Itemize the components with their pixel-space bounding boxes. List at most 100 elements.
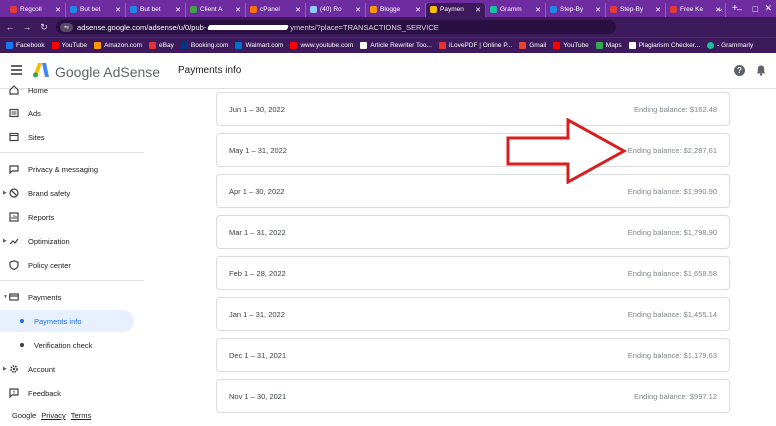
- sidebar-item-verification-check[interactable]: Verification check: [0, 334, 134, 356]
- help-icon[interactable]: ?: [734, 65, 745, 76]
- payment-period: Jan 1 – 31, 2022: [229, 309, 285, 319]
- payment-period: Mar 1 – 31, 2022: [229, 227, 286, 237]
- sidebar-item-reports[interactable]: Reports: [0, 206, 134, 228]
- ending-balance: Ending balance: $1,990.90: [627, 186, 717, 196]
- bookmark-item[interactable]: Gmail: [519, 42, 546, 49]
- payment-row[interactable]: Jan 1 – 31, 2022 Ending balance: $1,455.…: [216, 297, 730, 331]
- bookmark-item[interactable]: YouTube: [553, 42, 589, 49]
- bookmark-item[interactable]: - Grammarly: [707, 42, 753, 49]
- sidebar-item-label: Sites: [28, 132, 45, 142]
- close-icon[interactable]: ✕: [415, 6, 421, 14]
- bookmark-item[interactable]: Booking.com: [180, 42, 228, 49]
- notifications-bell-icon[interactable]: [756, 65, 766, 76]
- close-icon[interactable]: ✕: [235, 6, 241, 14]
- bookmark-item[interactable]: Maps: [595, 42, 622, 49]
- payment-row[interactable]: Nov 1 – 30, 2021 Ending balance: $997.12: [216, 379, 730, 413]
- payment-row[interactable]: May 1 – 31, 2022 Ending balance: $2,287.…: [216, 133, 730, 167]
- sidebar-item-privacy-messaging[interactable]: Privacy & messaging: [0, 158, 134, 180]
- plagiarism-checker-icon: [628, 42, 636, 49]
- browser-tab[interactable]: cPanel ✕: [246, 2, 306, 17]
- sidebar-item-ads[interactable]: Ads: [0, 102, 134, 124]
- bookmark-item[interactable]: Article Rewriter Too...: [360, 42, 432, 49]
- youtube-icon: [290, 42, 298, 49]
- browser-tab[interactable]: Step-By ✕: [606, 2, 666, 17]
- browser-tab[interactable]: But bet ✕: [66, 2, 126, 17]
- close-icon[interactable]: ✕: [115, 6, 121, 14]
- grammarly-icon: [707, 42, 715, 49]
- sidebar-item-brand-safety[interactable]: ▶ Brand safety: [0, 182, 134, 204]
- sidebar-item-label: Optimization: [28, 236, 70, 246]
- bookmark-item[interactable]: www.youtube.com: [290, 42, 353, 49]
- expand-caret-icon[interactable]: ▶: [3, 366, 7, 372]
- sidebar-item-policy-center[interactable]: Policy center: [0, 254, 134, 276]
- sidebar-item-account[interactable]: ▶ Account: [0, 358, 134, 380]
- close-icon[interactable]: ✕: [655, 6, 661, 14]
- bookmark-item[interactable]: Amazon.com: [94, 42, 142, 49]
- browser-tab-active[interactable]: Paymen ✕: [426, 2, 486, 17]
- bookmark-item[interactable]: Plagiarism Checker...: [628, 42, 700, 49]
- collapse-caret-icon[interactable]: ▼: [3, 294, 8, 300]
- close-icon[interactable]: ✕: [175, 6, 181, 14]
- bookmark-item[interactable]: YouTube: [51, 42, 87, 49]
- terms-link[interactable]: Terms: [71, 411, 91, 420]
- sidebar-item-feedback[interactable]: Feedback: [0, 382, 134, 404]
- annotation-arrow-icon: [506, 118, 628, 184]
- tab-title: But bet: [140, 6, 161, 13]
- tab-title: Blogge: [380, 6, 401, 13]
- ebay-icon: [149, 42, 157, 49]
- ending-balance: Ending balance: $2,287.61: [627, 145, 717, 155]
- tab-search-icon[interactable]: ⌄: [716, 0, 724, 17]
- close-icon[interactable]: ✕: [535, 6, 541, 14]
- sidebar-item-payments[interactable]: ▼ Payments: [0, 286, 134, 308]
- redacted-mark: [207, 25, 290, 31]
- browser-tab[interactable]: Regcoll ✕: [6, 2, 66, 17]
- bookmark-item[interactable]: eBay: [149, 42, 174, 49]
- minimize-icon[interactable]: –: [737, 0, 742, 17]
- sidebar-item-home[interactable]: Home: [0, 79, 134, 101]
- sidebar-item-label: Verification check: [34, 340, 93, 350]
- payment-period: Jun 1 – 30, 2022: [229, 104, 285, 114]
- expand-caret-icon[interactable]: ▶: [3, 190, 7, 196]
- close-icon[interactable]: ✕: [475, 6, 481, 14]
- payment-row[interactable]: Feb 1 – 28, 2022 Ending balance: $1,658.…: [216, 256, 730, 290]
- bullet-dot-icon: [20, 319, 24, 323]
- tab-title: Regcoll: [20, 6, 42, 13]
- close-icon[interactable]: ✕: [595, 6, 601, 14]
- browser-tab[interactable]: Gramm ✕: [486, 2, 546, 17]
- hamburger-menu-icon[interactable]: [11, 65, 22, 75]
- ending-balance: Ending balance: $1,179.63: [627, 350, 717, 360]
- privacy-link[interactable]: Privacy: [41, 411, 66, 420]
- payment-row[interactable]: Mar 1 – 31, 2022 Ending balance: $1,798.…: [216, 215, 730, 249]
- payment-row[interactable]: Apr 1 – 30, 2022 Ending balance: $1,990.…: [216, 174, 730, 208]
- tab-title: cPanel: [260, 6, 280, 13]
- sidebar-item-optimization[interactable]: ▶ Optimization: [0, 230, 134, 252]
- bookmark-item[interactable]: Facebook: [6, 42, 45, 49]
- bookmark-item[interactable]: Walmart.com: [235, 42, 283, 49]
- browser-tab[interactable]: Step-By ✕: [546, 2, 606, 17]
- address-bar[interactable]: ⇋ adsense.google.com/adsense/u/0/pub-yme…: [56, 20, 616, 34]
- browser-tab[interactable]: (40) Ro ✕: [306, 2, 366, 17]
- window-close-icon[interactable]: ✕: [764, 0, 772, 17]
- close-icon[interactable]: ✕: [55, 6, 61, 14]
- bookmark-item[interactable]: iLovePDF | Online P...: [438, 42, 512, 49]
- sidebar-item-label: Brand safety: [28, 188, 71, 198]
- ads-icon: [9, 108, 19, 118]
- back-icon[interactable]: ←: [3, 22, 17, 32]
- close-icon[interactable]: ✕: [295, 6, 301, 14]
- browser-tab[interactable]: But bet ✕: [126, 2, 186, 17]
- site-info-icon[interactable]: ⇋: [60, 22, 74, 32]
- sidebar-item-sites[interactable]: Sites: [0, 126, 134, 148]
- payment-period: Apr 1 – 30, 2022: [229, 186, 285, 196]
- browser-tab[interactable]: Client A ✕: [186, 2, 246, 17]
- reload-icon[interactable]: ↻: [37, 22, 51, 33]
- payment-row[interactable]: Dec 1 – 31, 2021 Ending balance: $1,179.…: [216, 338, 730, 372]
- sidebar-divider: [0, 280, 144, 281]
- maximize-icon[interactable]: □: [753, 0, 758, 17]
- browser-tab[interactable]: Blogge ✕: [366, 2, 426, 17]
- payment-row[interactable]: Jun 1 – 30, 2022 Ending balance: $162.48: [216, 92, 730, 126]
- expand-caret-icon[interactable]: ▶: [3, 238, 7, 244]
- sidebar-item-payments-info[interactable]: Payments info: [0, 310, 134, 332]
- close-icon[interactable]: ✕: [355, 6, 361, 14]
- forward-icon[interactable]: →: [20, 22, 34, 32]
- feedback-icon: [9, 388, 19, 398]
